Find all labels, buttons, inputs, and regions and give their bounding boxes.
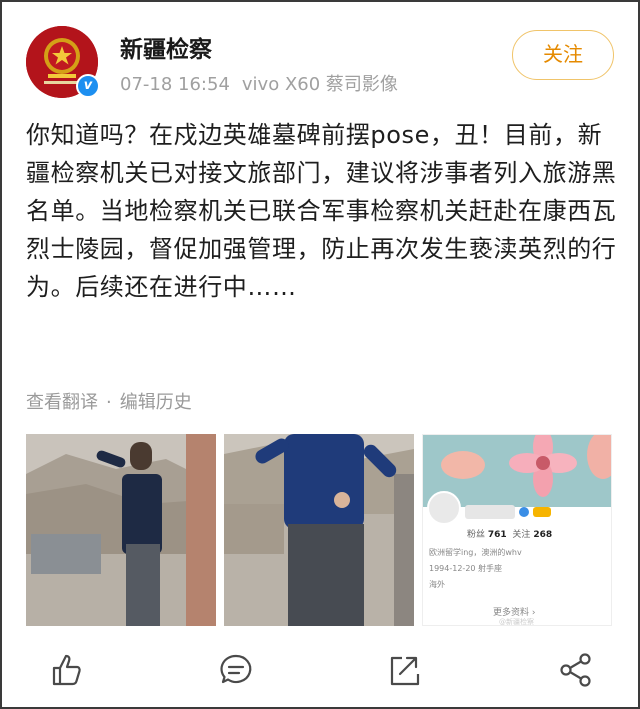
post-image-1[interactable] xyxy=(26,434,216,626)
photo-person-at-monument-image xyxy=(26,434,216,626)
profile-birth: 1994-12-20 射手座 xyxy=(429,564,503,573)
post-device: vivo X60 蔡司影像 xyxy=(241,74,398,95)
follow-button[interactable]: 关注 xyxy=(512,30,614,80)
profile-screenshot: 粉丝 761 关注 268 欧洲留学ing，澳洲的whv 1994-12-20 … xyxy=(423,435,611,626)
post-text: 你知道吗？在戍边英雄墓碑前摆pose，丑！目前，新疆检察机关已对接文旅部门，建议… xyxy=(26,121,617,301)
photo-person-closeup-image xyxy=(224,434,414,626)
verified-badge-icon: v xyxy=(76,74,100,98)
view-translation-link[interactable]: 查看翻译 xyxy=(26,392,98,413)
profile-vip-icon xyxy=(533,507,551,517)
post-meta: 07-18 16:54 vivo X60 蔡司影像 xyxy=(120,70,410,96)
profile-stats: 粉丝 761 关注 268 xyxy=(467,530,553,540)
repost-icon xyxy=(390,656,420,686)
post-date: 07-18 16:54 xyxy=(120,74,230,95)
like-button[interactable] xyxy=(46,650,86,690)
profile-bio: 欧洲留学ing，澳洲的whv xyxy=(429,548,522,557)
profile-avatar xyxy=(427,491,461,525)
post-image-3[interactable]: 粉丝 761 关注 268 欧洲留学ing，澳洲的whv 1994-12-20 … xyxy=(422,434,612,626)
profile-name-blurred xyxy=(465,505,515,519)
repost-button[interactable] xyxy=(384,650,424,690)
post-image-2[interactable] xyxy=(224,434,414,626)
edit-history-link[interactable]: 编辑历史 xyxy=(120,392,192,413)
profile-location: 海外 xyxy=(429,580,445,589)
separator: · xyxy=(106,392,112,413)
thumb-up-icon xyxy=(52,654,81,686)
post-links: 查看翻译 · 编辑历史 xyxy=(26,388,192,414)
share-button[interactable] xyxy=(556,650,596,690)
comment-button[interactable] xyxy=(216,650,256,690)
watermark: @新疆检察 xyxy=(499,618,534,626)
action-bar xyxy=(0,640,640,704)
account-name[interactable]: 新疆检察 xyxy=(120,30,212,64)
comment-icon xyxy=(220,654,252,684)
profile-verified-icon xyxy=(519,507,529,517)
share-icon xyxy=(560,653,591,687)
